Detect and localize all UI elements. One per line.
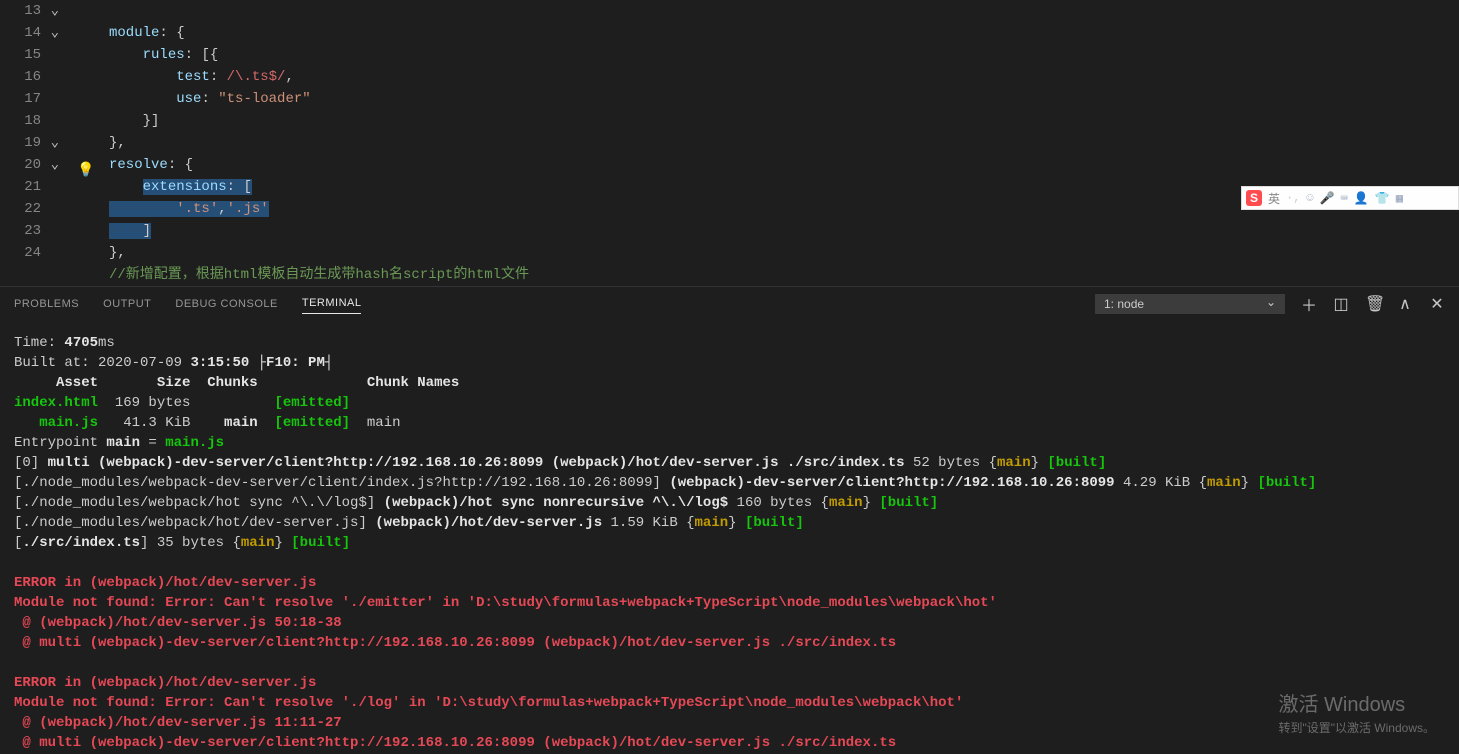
tab-output[interactable]: OUTPUT bbox=[103, 298, 151, 310]
kill-terminal-icon[interactable]: 🗑 bbox=[1365, 294, 1381, 314]
tab-terminal[interactable]: TERMINAL bbox=[302, 297, 362, 314]
lightbulb-icon[interactable]: 💡 bbox=[77, 160, 94, 182]
line-number: 20 bbox=[24, 154, 41, 176]
ime-emoji-icon[interactable]: ☺ bbox=[1306, 191, 1313, 205]
editor-area: 13⌄ 14⌄ 15⌄ 16⌄ 17⌄ 18⌄ 19⌄ 20⌄ 21⌄ 22⌄ … bbox=[0, 0, 1459, 286]
line-gutter: 13⌄ 14⌄ 15⌄ 16⌄ 17⌄ 18⌄ 19⌄ 20⌄ 21⌄ 22⌄ … bbox=[0, 0, 75, 286]
line-number: 16 bbox=[24, 66, 41, 88]
ime-keyboard-icon[interactable]: ⌨ bbox=[1341, 191, 1348, 206]
code-content[interactable]: module: { rules: [{ test: /\.ts$/, use: … bbox=[75, 0, 529, 286]
fold-chevron-icon[interactable]: ⌄ bbox=[47, 137, 59, 149]
maximize-panel-icon[interactable]: ∧ bbox=[1397, 294, 1413, 314]
terminal-selector[interactable]: 1: node bbox=[1095, 294, 1285, 314]
ime-skin-icon[interactable]: 👕 bbox=[1375, 191, 1390, 206]
fold-chevron-icon[interactable]: ⌄ bbox=[47, 27, 59, 39]
bottom-panel: PROBLEMS OUTPUT DEBUG CONSOLE TERMINAL 1… bbox=[0, 286, 1459, 754]
line-number: 24 bbox=[24, 242, 41, 264]
line-number: 23 bbox=[24, 220, 41, 242]
new-terminal-icon[interactable]: ＋ bbox=[1301, 292, 1317, 316]
ime-account-icon[interactable]: 👤 bbox=[1354, 191, 1369, 206]
line-number: 15 bbox=[24, 44, 41, 66]
panel-actions: 1: node ＋ ◫ 🗑 ∧ ✕ bbox=[1095, 292, 1445, 316]
line-number: 13 bbox=[24, 0, 41, 22]
line-number: 19 bbox=[24, 132, 41, 154]
ime-toolbar[interactable]: S 英 ·, ☺ 🎤 ⌨ 👤 👕 ▦ bbox=[1241, 186, 1459, 210]
split-terminal-icon[interactable]: ◫ bbox=[1333, 294, 1349, 314]
tab-debug-console[interactable]: DEBUG CONSOLE bbox=[175, 298, 277, 310]
ime-separator: ·, bbox=[1286, 191, 1300, 205]
panel-tabs: PROBLEMS OUTPUT DEBUG CONSOLE TERMINAL 1… bbox=[0, 287, 1459, 321]
ime-logo-icon[interactable]: S bbox=[1246, 190, 1262, 206]
tab-problems[interactable]: PROBLEMS bbox=[14, 298, 79, 310]
terminal-output[interactable]: Time: 4705ms Built at: 2020-07-09 3:15:5… bbox=[0, 321, 1459, 754]
line-number: 17 bbox=[24, 88, 41, 110]
close-panel-icon[interactable]: ✕ bbox=[1429, 294, 1445, 314]
fold-chevron-icon[interactable]: ⌄ bbox=[47, 159, 59, 171]
ime-voice-icon[interactable]: 🎤 bbox=[1320, 191, 1335, 206]
line-number: 18 bbox=[24, 110, 41, 132]
line-number: 22 bbox=[24, 198, 41, 220]
line-number: 21 bbox=[24, 176, 41, 198]
ime-toolbox-icon[interactable]: ▦ bbox=[1396, 191, 1403, 206]
line-number: 14 bbox=[24, 22, 41, 44]
fold-chevron-icon[interactable]: ⌄ bbox=[47, 5, 59, 17]
ime-language-label[interactable]: 英 bbox=[1268, 190, 1280, 207]
